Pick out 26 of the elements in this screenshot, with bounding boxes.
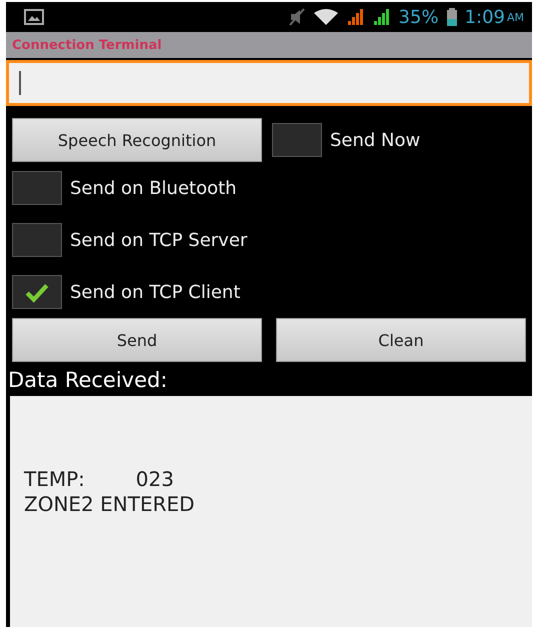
received-line: ZONE2 ENTERED — [24, 492, 196, 516]
mute-icon — [288, 8, 305, 26]
app-title: Connection Terminal — [12, 38, 162, 52]
checkbox-label: Send on TCP Client — [70, 282, 240, 302]
checkbox-label: Send on Bluetooth — [70, 178, 237, 198]
checkbox-label: Send Now — [330, 130, 420, 150]
clock-meridiem: AM — [506, 10, 524, 24]
checkbox[interactable] — [12, 275, 62, 309]
checkbox[interactable] — [272, 123, 322, 157]
battery-percent: 35% — [398, 6, 439, 28]
action-button[interactable]: Send — [12, 318, 262, 362]
section-label: Data Received: — [7, 367, 168, 394]
checkbox-label: Send on TCP Server — [70, 230, 248, 250]
picture-notification-icon — [24, 9, 44, 25]
speech-recognition-button[interactable]: Speech Recognition — [12, 118, 262, 162]
signal-icon — [346, 8, 365, 26]
checkbox[interactable] — [12, 171, 62, 205]
clock-time: 1:09 — [464, 6, 505, 28]
received-line: TEMP: 023 — [24, 466, 175, 492]
checkbox[interactable] — [12, 223, 62, 257]
wifi-icon — [312, 8, 339, 26]
battery-icon — [446, 8, 457, 26]
checkmark-icon — [24, 281, 50, 303]
signal-icon — [372, 8, 391, 26]
action-button[interactable]: Clean — [276, 318, 526, 362]
message-field[interactable] — [6, 60, 532, 106]
